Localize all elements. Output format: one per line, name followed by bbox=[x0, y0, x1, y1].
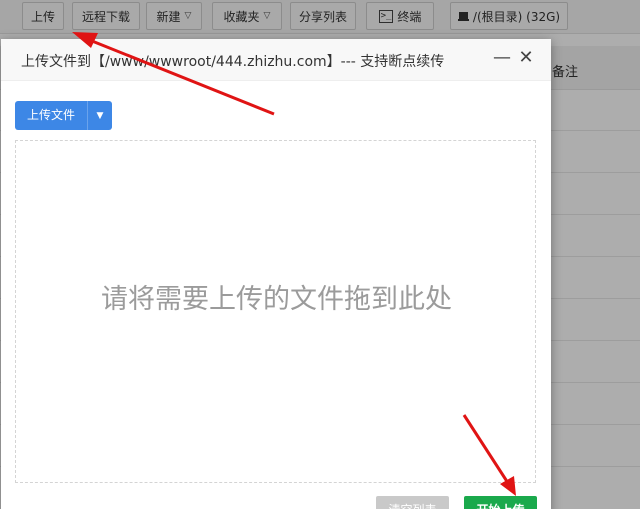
file-dropzone[interactable]: 请将需要上传的文件拖到此处 bbox=[15, 140, 536, 483]
dialog-header: 上传文件到【/www/wwwroot/444.zhizhu.com】--- 支持… bbox=[1, 39, 551, 81]
dropzone-hint: 请将需要上传的文件拖到此处 bbox=[101, 284, 452, 315]
dialog-title: 上传文件到【/www/wwwroot/444.zhizhu.com】--- 支持… bbox=[21, 54, 445, 70]
clear-list-button[interactable]: 清空列表 bbox=[376, 496, 449, 509]
close-icon[interactable]: ✕ bbox=[517, 47, 535, 69]
upload-file-button[interactable]: 上传文件 bbox=[15, 101, 89, 130]
minimize-icon[interactable]: — bbox=[493, 47, 511, 69]
upload-file-split-button: 上传文件 ▼ bbox=[15, 101, 113, 130]
start-upload-button[interactable]: 开始上传 bbox=[464, 496, 537, 509]
caret-down-icon[interactable]: ▼ bbox=[88, 101, 113, 130]
upload-dialog: 上传文件到【/www/wwwroot/444.zhizhu.com】--- 支持… bbox=[1, 39, 551, 509]
